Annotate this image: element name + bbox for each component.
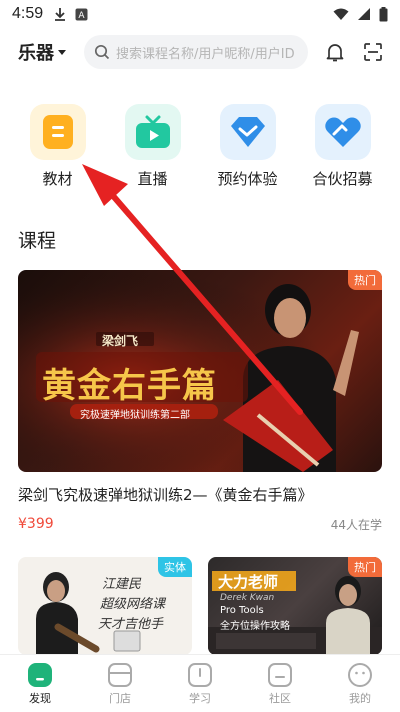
nav-label: 发现: [29, 692, 51, 705]
featured-course-banner[interactable]: 梁剑飞 黄金右手篇 究极速弹地狱训练第二部 热门: [18, 270, 382, 472]
quick-entry-label: 教材: [42, 170, 73, 188]
download-icon: [55, 8, 66, 21]
bottom-nav: 发现 门店 学习 社区 我的: [0, 654, 400, 712]
card-subtitle: 全方位操作攻略: [220, 621, 290, 632]
learner-count: 44人在学: [330, 518, 382, 532]
quick-entry-label: 合伙招募: [312, 170, 373, 188]
quick-entry-label: 预约体验: [217, 170, 278, 188]
nav-community[interactable]: 社区: [240, 655, 320, 712]
card-handwriting-line: 江建民: [102, 577, 142, 592]
status-time: 4:59: [12, 5, 44, 22]
banner-brand-text: 梁剑飞: [102, 334, 139, 348]
nav-label: 门店: [109, 692, 131, 705]
nav-label: 我的: [349, 692, 371, 705]
quick-entry-partner[interactable]: 合伙招募: [295, 104, 390, 189]
card-heading: 大力老师: [218, 573, 279, 591]
physical-badge: 实体: [158, 557, 192, 577]
header: 乐器 搜索课程名称/用户昵称/用户ID: [0, 32, 400, 72]
scan-button[interactable]: [362, 41, 384, 63]
quick-entry-label: 直播: [137, 170, 168, 188]
community-icon: [268, 663, 292, 687]
category-label: 乐器: [18, 43, 54, 64]
hot-badge: 热门: [348, 270, 382, 290]
quick-entry-live[interactable]: 直播: [105, 104, 200, 189]
battery-icon: [379, 6, 388, 21]
card-handwriting-line: 超级网络课: [100, 597, 166, 612]
search-placeholder: 搜索课程名称/用户昵称/用户ID: [116, 46, 295, 62]
quick-entry-row: 教材 直播 预约体验 合伙招募: [0, 104, 400, 189]
bell-icon: [326, 44, 344, 62]
category-selector[interactable]: 乐器: [18, 39, 66, 65]
nav-store[interactable]: 门店: [80, 655, 160, 712]
nav-study[interactable]: 学习: [160, 655, 240, 712]
course-card[interactable]: 大力老师 Derek Kwan Pro Tools 全方位操作攻略 热门: [208, 557, 382, 655]
signal-icon: [358, 8, 370, 20]
search-icon: [94, 44, 110, 60]
banner-title-text: 黄金右手篇: [42, 366, 217, 406]
tv-play-icon: [124, 104, 181, 160]
status-bar: 4:59 A: [0, 0, 400, 28]
profile-icon: [348, 663, 372, 687]
quick-entry-textbook[interactable]: 教材: [10, 104, 105, 189]
study-icon: [188, 663, 212, 687]
store-icon: [108, 663, 132, 687]
wifi-icon: [333, 8, 349, 20]
caret-down-icon: [58, 49, 66, 55]
course-price: ¥399: [18, 516, 54, 532]
hot-badge: 热门: [348, 557, 382, 577]
card-subtitle: Pro Tools: [220, 605, 264, 616]
banner-subtitle-text: 究极速弹地狱训练第二部: [80, 410, 190, 421]
section-title-courses: 课程: [18, 230, 57, 252]
card-subtitle: Derek Kwan: [220, 593, 275, 603]
partner-icon: [314, 104, 371, 160]
svg-text:A: A: [79, 11, 86, 21]
app-notification-icon: A: [75, 8, 88, 21]
nav-label: 学习: [189, 692, 211, 705]
book-icon: [29, 104, 86, 160]
card-handwriting-line: 天才吉他手: [98, 617, 164, 632]
nav-profile[interactable]: 我的: [320, 655, 400, 712]
diamond-check-icon: [219, 104, 276, 160]
nav-discover[interactable]: 发现: [0, 655, 80, 712]
discover-icon: [28, 663, 52, 687]
notification-bell-button[interactable]: [324, 41, 346, 63]
quick-entry-booking[interactable]: 预约体验: [200, 104, 295, 189]
featured-course-title[interactable]: 梁剑飞究极速弹地狱训练2—《黄金右手篇》: [18, 484, 382, 505]
scan-icon: [364, 43, 382, 61]
course-card[interactable]: 江建民 超级网络课 天才吉他手 实体: [18, 557, 192, 655]
search-input[interactable]: 搜索课程名称/用户昵称/用户ID: [84, 35, 308, 69]
nav-label: 社区: [269, 692, 291, 705]
